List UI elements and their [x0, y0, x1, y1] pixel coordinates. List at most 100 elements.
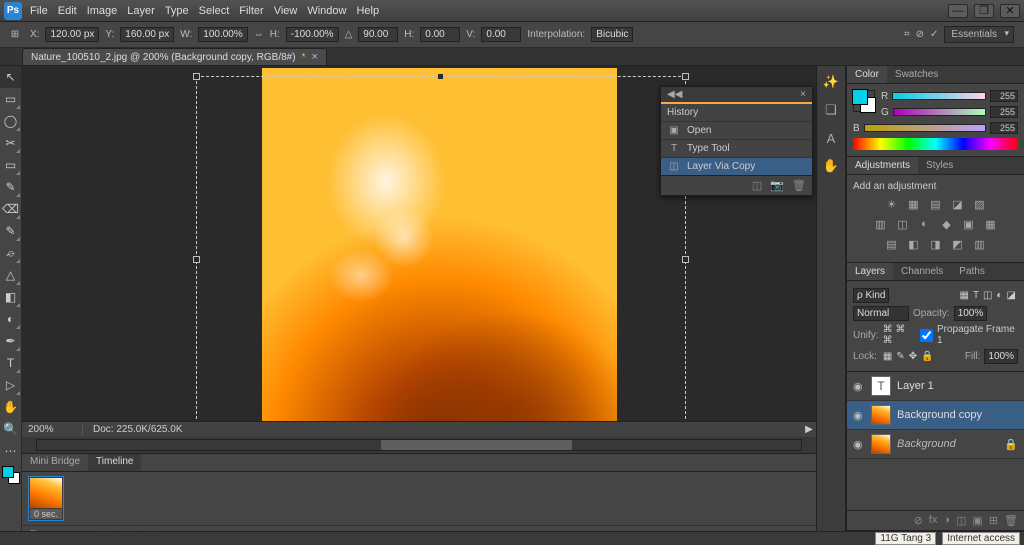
- adjustment-icon[interactable]: ▦: [983, 216, 999, 232]
- menu-view[interactable]: View: [274, 5, 298, 17]
- layer-filter-icon[interactable]: ◫: [983, 290, 992, 301]
- channel-G-slider[interactable]: [893, 108, 986, 116]
- menu-image[interactable]: Image: [87, 5, 118, 17]
- handle-mid-right[interactable]: [682, 256, 689, 263]
- tab-swatches[interactable]: Swatches: [887, 66, 946, 83]
- history-item[interactable]: TType Tool: [661, 139, 812, 157]
- layer-row[interactable]: ◉ T Layer 1: [847, 372, 1024, 401]
- x-field[interactable]: 120.00 px: [45, 27, 99, 42]
- vskew-field[interactable]: 0.00: [481, 27, 521, 42]
- lasso-tool[interactable]: ◯: [0, 110, 21, 132]
- layers-footer-icon[interactable]: ◫: [956, 514, 966, 527]
- adjustment-icon[interactable]: ▣: [961, 216, 977, 232]
- adjustment-icon[interactable]: ◆: [939, 216, 955, 232]
- close-button[interactable]: ✕: [1000, 4, 1020, 18]
- adjustment-icon[interactable]: ▤: [884, 236, 900, 252]
- transform-bounds[interactable]: [196, 76, 686, 421]
- tab-adjustments[interactable]: Adjustments: [847, 157, 918, 174]
- propagate-checkbox[interactable]: [920, 329, 933, 342]
- tab-paths[interactable]: Paths: [951, 263, 993, 280]
- history-collapse-icon[interactable]: ◀◀: [667, 89, 682, 100]
- adjustment-icon[interactable]: ▥: [972, 236, 988, 252]
- workspace-select[interactable]: Essentials: [944, 26, 1014, 43]
- tab-mini-bridge[interactable]: Mini Bridge: [22, 454, 88, 471]
- layers-footer-icon[interactable]: fx: [929, 514, 938, 527]
- adjustment-icon[interactable]: ☀: [884, 196, 900, 212]
- history-item[interactable]: ▣Open: [661, 121, 812, 139]
- layer-name[interactable]: Layer 1: [897, 380, 1018, 392]
- menu-window[interactable]: Window: [307, 5, 346, 17]
- layer-filter-icon[interactable]: T: [973, 290, 979, 301]
- blend-mode-select[interactable]: Normal: [853, 306, 909, 321]
- move-tool[interactable]: ↖: [0, 66, 21, 88]
- channel-B-value[interactable]: 255: [990, 122, 1018, 134]
- adjustment-icon[interactable]: ◨: [928, 236, 944, 252]
- layers-footer-icon[interactable]: ⊘: [914, 514, 923, 527]
- tab-styles[interactable]: Styles: [918, 157, 961, 174]
- channel-R-slider[interactable]: [892, 92, 986, 100]
- layer-filter-icon[interactable]: ◐: [997, 290, 1003, 301]
- zoom-tool[interactable]: 🔍: [0, 418, 21, 440]
- document-tab[interactable]: Nature_100510_2.jpg @ 200% (Background c…: [22, 48, 327, 65]
- menu-select[interactable]: Select: [199, 5, 230, 17]
- channel-B-slider[interactable]: [864, 124, 986, 132]
- fill-field[interactable]: 100%: [984, 349, 1018, 364]
- layers-footer-icon[interactable]: 🗑: [1004, 514, 1018, 527]
- history-close-icon[interactable]: ×: [800, 89, 806, 100]
- layer-name[interactable]: Background: [897, 438, 998, 450]
- commit-transform-icon[interactable]: ✓: [930, 29, 938, 40]
- adjustment-icon[interactable]: ◪: [950, 196, 966, 212]
- pen-tool[interactable]: ✒: [0, 330, 21, 352]
- history-item[interactable]: ◫Layer Via Copy: [661, 157, 812, 175]
- tab-channels[interactable]: Channels: [893, 263, 951, 280]
- menu-file[interactable]: File: [30, 5, 48, 17]
- lock-icon[interactable]: ▦: [883, 351, 892, 362]
- layer-name[interactable]: Background copy: [897, 409, 1018, 421]
- y-field[interactable]: 160.00 px: [120, 27, 174, 42]
- channel-G-value[interactable]: 255: [990, 106, 1018, 118]
- color-spectrum[interactable]: [853, 138, 1018, 150]
- layer-filter-icon[interactable]: ◪: [1007, 290, 1016, 301]
- quick-select-tool[interactable]: ✂: [0, 132, 21, 154]
- hskew-field[interactable]: 0.00: [420, 27, 460, 42]
- channel-R-value[interactable]: 255: [990, 90, 1018, 102]
- menu-type[interactable]: Type: [165, 5, 189, 17]
- brush-panel-icon[interactable]: ✨: [821, 72, 841, 92]
- history-footer-icon[interactable]: 🗑: [792, 179, 806, 192]
- brush-tool[interactable]: ✎: [0, 220, 21, 242]
- minimize-button[interactable]: —: [948, 4, 968, 18]
- menu-filter[interactable]: Filter: [239, 5, 263, 17]
- h-scrollbar[interactable]: [22, 437, 816, 453]
- more-tools[interactable]: ⋯: [0, 440, 21, 462]
- layer-row[interactable]: ◉ Background 🔒: [847, 430, 1024, 459]
- cancel-transform-icon[interactable]: ⊘: [916, 29, 924, 40]
- link-wh-icon[interactable]: ⇔: [254, 29, 264, 40]
- tab-color[interactable]: Color: [847, 66, 887, 83]
- heal-tool[interactable]: ⌫: [0, 198, 21, 220]
- opacity-field[interactable]: 100%: [954, 306, 988, 321]
- adjustment-icon[interactable]: ▨: [972, 196, 988, 212]
- layers-footer-icon[interactable]: ◑: [943, 514, 950, 527]
- zoom-level[interactable]: 200%: [22, 424, 82, 435]
- gradient-tool[interactable]: ◐: [0, 308, 21, 330]
- adjustment-icon[interactable]: ◐: [917, 216, 933, 232]
- nav-panel-icon[interactable]: ✋: [821, 156, 841, 176]
- tab-layers[interactable]: Layers: [847, 263, 893, 280]
- crop-tool[interactable]: ▭: [0, 154, 21, 176]
- scrub-icon[interactable]: ▶: [802, 424, 816, 435]
- handle-top-mid[interactable]: [437, 73, 444, 80]
- layer-filter-select[interactable]: ρ Kind: [853, 288, 889, 303]
- lock-icon[interactable]: 🔒: [921, 351, 933, 362]
- eraser-tool[interactable]: ◧: [0, 286, 21, 308]
- menu-help[interactable]: Help: [356, 5, 379, 17]
- history-panel[interactable]: ◀◀ × History ▣OpenTType Tool◫Layer Via C…: [660, 86, 813, 196]
- hand-tool[interactable]: ✋: [0, 396, 21, 418]
- lock-icon[interactable]: ✎: [896, 351, 904, 362]
- marquee-tool[interactable]: ▭: [0, 88, 21, 110]
- visibility-icon[interactable]: ◉: [853, 438, 865, 451]
- lock-icon[interactable]: ✥: [909, 351, 917, 362]
- character-panel-icon[interactable]: A: [821, 128, 841, 148]
- layer-row[interactable]: ◉ Background copy: [847, 401, 1024, 430]
- visibility-icon[interactable]: ◉: [853, 409, 865, 422]
- adjustment-icon[interactable]: ▥: [873, 216, 889, 232]
